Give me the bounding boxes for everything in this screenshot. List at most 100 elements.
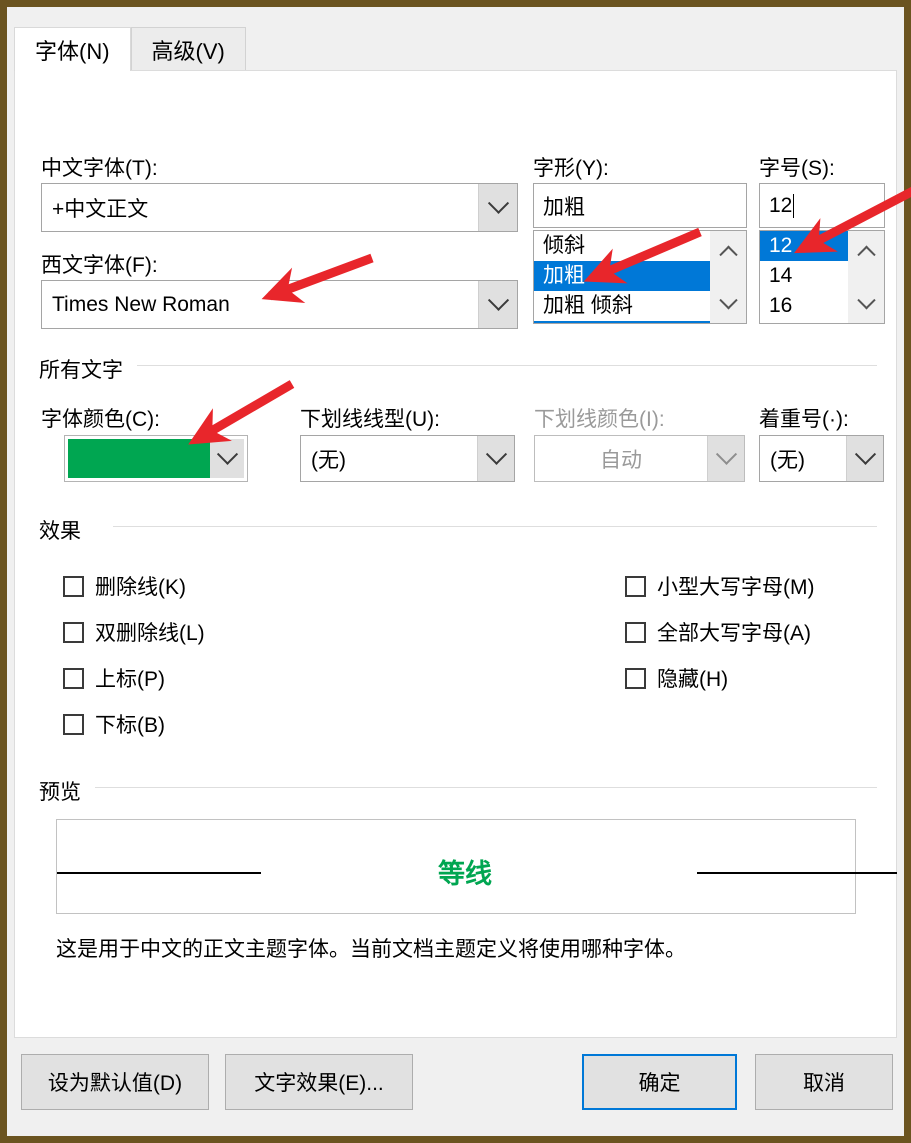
- checkbox-icon[interactable]: [63, 575, 84, 597]
- font-style-items: 倾斜 加粗 加粗 倾斜: [534, 231, 710, 323]
- ok-label: 确定: [638, 1072, 681, 1095]
- preview-box: 等线: [56, 819, 897, 914]
- checkbox-hidden[interactable]: 隐藏(H): [625, 663, 728, 693]
- chevron-down-icon: [216, 443, 238, 465]
- font-style-label: 字形(Y):: [533, 157, 609, 180]
- list-item-partial[interactable]: [534, 321, 710, 323]
- text-caret: [793, 193, 795, 218]
- western-font-combobox[interactable]: Times New Roman: [41, 280, 518, 329]
- chevron-down-icon: [487, 289, 509, 311]
- all-text-group-title: 所有文字: [39, 354, 130, 384]
- ok-button[interactable]: 确定: [582, 1054, 737, 1110]
- set-default-button[interactable]: 设为默认值(D): [21, 1054, 209, 1110]
- effects-group-rule: [113, 526, 877, 527]
- emphasis-mark-dropdown-arrow[interactable]: [846, 436, 883, 481]
- emphasis-mark-label: 着重号(·):: [759, 408, 849, 431]
- checkbox-all-caps[interactable]: 全部大写字母(A): [625, 617, 811, 647]
- font-size-input[interactable]: 12: [759, 183, 885, 228]
- checkbox-icon[interactable]: [63, 621, 84, 643]
- list-item[interactable]: 加粗: [534, 261, 710, 291]
- list-item[interactable]: 16: [760, 291, 848, 321]
- scroll-down-button[interactable]: [711, 290, 745, 317]
- checkbox-double-strikethrough[interactable]: 双删除线(L): [63, 617, 205, 647]
- checkbox-label: 删除线(K): [95, 576, 186, 599]
- tab-advanced-label: 高级(V): [151, 38, 225, 64]
- preview-rule-right: [697, 872, 897, 874]
- checkbox-icon[interactable]: [625, 667, 646, 689]
- underline-style-dropdown-arrow[interactable]: [477, 436, 514, 481]
- checkbox-icon[interactable]: [63, 667, 84, 689]
- preview-group-rule: [95, 787, 877, 788]
- underline-color-label: 下划线颜色(I):: [534, 408, 665, 431]
- font-dialog: 字体(N) 高级(V) 中文字体(T): +中文正文 西文字体(F): Time…: [7, 7, 904, 1136]
- font-style-scrollbar[interactable]: [710, 231, 746, 323]
- preview-description: 这是用于中文的正文主题字体。当前文档主题定义将使用哪种字体。: [56, 938, 686, 961]
- western-font-dropdown-arrow[interactable]: [478, 281, 517, 328]
- underline-color-value: 自动: [600, 448, 642, 472]
- list-item[interactable]: 倾斜: [534, 231, 710, 261]
- checkbox-icon[interactable]: [63, 713, 84, 735]
- effects-group-title: 效果: [39, 515, 88, 545]
- font-size-value: 12: [769, 193, 793, 217]
- chinese-font-combobox[interactable]: +中文正文: [41, 183, 518, 232]
- checkbox-strikethrough[interactable]: 删除线(K): [63, 571, 186, 601]
- checkbox-label: 全部大写字母(A): [657, 622, 811, 645]
- font-color-dropdown-arrow[interactable]: [210, 439, 244, 478]
- chevron-down-icon: [485, 443, 507, 465]
- underline-style-label: 下划线线型(U):: [300, 408, 440, 431]
- checkbox-label: 下标(B): [95, 714, 165, 737]
- checkbox-superscript[interactable]: 上标(P): [63, 663, 165, 693]
- checkbox-label: 上标(P): [95, 668, 165, 691]
- set-default-label: 设为默认值(D): [47, 1072, 183, 1095]
- underline-color-combobox: 自动: [534, 435, 745, 482]
- font-color-combobox[interactable]: [64, 435, 248, 482]
- font-style-input[interactable]: 加粗: [533, 183, 747, 228]
- preview-sample-text: 等线: [438, 859, 492, 889]
- western-font-value: Times New Roman: [52, 292, 230, 316]
- checkbox-subscript[interactable]: 下标(B): [63, 709, 165, 739]
- cancel-button[interactable]: 取消: [755, 1054, 893, 1110]
- scroll-up-button[interactable]: [849, 237, 883, 264]
- tab-font[interactable]: 字体(N): [14, 27, 131, 71]
- checkbox-icon[interactable]: [625, 621, 646, 643]
- tab-font-label: 字体(N): [35, 38, 110, 64]
- chevron-down-icon: [718, 290, 738, 309]
- all-text-group-rule: [137, 365, 877, 366]
- preview-rule-left: [57, 872, 261, 874]
- chinese-font-dropdown-arrow[interactable]: [478, 184, 517, 231]
- font-size-listbox[interactable]: 12 14 16: [759, 230, 885, 324]
- chevron-up-icon: [856, 245, 876, 264]
- scroll-up-button[interactable]: [711, 237, 745, 264]
- underline-color-dropdown-arrow: [707, 436, 744, 481]
- tab-strip: 字体(N) 高级(V): [14, 26, 246, 71]
- font-size-items: 12 14 16: [760, 231, 848, 323]
- underline-style-combobox[interactable]: (无): [300, 435, 515, 482]
- emphasis-mark-combobox[interactable]: (无): [759, 435, 884, 482]
- checkbox-icon[interactable]: [625, 575, 646, 597]
- checkbox-label: 隐藏(H): [657, 668, 729, 691]
- cancel-label: 取消: [803, 1072, 845, 1095]
- checkbox-label: 双删除线(L): [95, 622, 205, 645]
- chevron-down-icon: [487, 192, 509, 214]
- scroll-down-button[interactable]: [849, 290, 883, 317]
- text-effects-button[interactable]: 文字效果(E)...: [225, 1054, 413, 1110]
- list-item[interactable]: 12: [760, 231, 848, 261]
- chinese-font-label: 中文字体(T):: [41, 157, 158, 180]
- checkbox-label: 小型大写字母(M): [657, 576, 815, 599]
- preview-group-title: 预览: [39, 776, 88, 806]
- text-effects-label: 文字效果(E)...: [254, 1072, 384, 1095]
- emphasis-mark-value: (无): [770, 448, 805, 472]
- chevron-down-icon: [715, 443, 737, 465]
- list-item[interactable]: 加粗 倾斜: [534, 291, 710, 321]
- chinese-font-value: +中文正文: [52, 197, 149, 221]
- font-size-scrollbar[interactable]: [848, 231, 884, 323]
- font-color-label: 字体颜色(C):: [41, 408, 160, 431]
- tab-advanced[interactable]: 高级(V): [130, 27, 246, 71]
- font-size-label: 字号(S):: [759, 157, 835, 180]
- font-style-listbox[interactable]: 倾斜 加粗 加粗 倾斜: [533, 230, 747, 324]
- western-font-label: 西文字体(F):: [41, 254, 158, 277]
- list-item[interactable]: 14: [760, 261, 848, 291]
- chevron-down-icon: [854, 443, 876, 465]
- checkbox-small-caps[interactable]: 小型大写字母(M): [625, 571, 814, 601]
- font-style-value: 加粗: [543, 195, 585, 219]
